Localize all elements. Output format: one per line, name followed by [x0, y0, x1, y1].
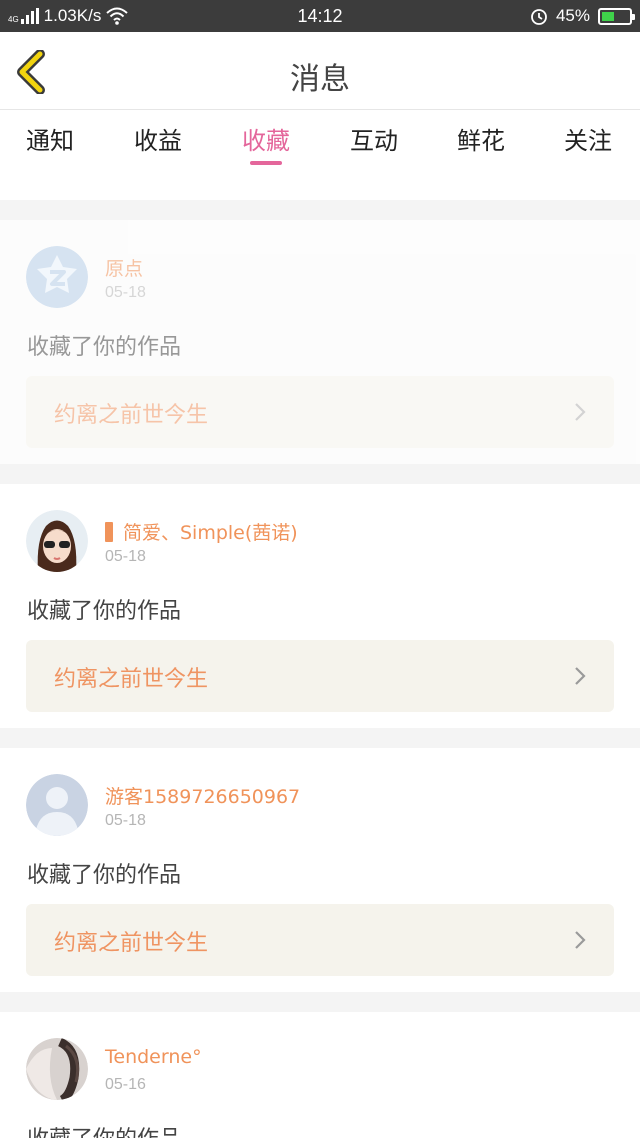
username[interactable]: 简爱、Simple(茜诺): [105, 518, 298, 545]
avatar[interactable]: [26, 774, 88, 836]
tab-earnings[interactable]: 收益: [108, 121, 208, 156]
active-tab-indicator: [250, 161, 282, 165]
tab-favorites[interactable]: 收藏: [216, 121, 316, 165]
work-title: 约离之前世今生: [54, 403, 209, 428]
tab-flowers[interactable]: 鲜花: [431, 121, 531, 156]
message-action: 收藏了你的作品: [27, 599, 182, 624]
chevron-right-icon: [575, 667, 586, 685]
message-date: 05-18: [105, 548, 146, 565]
username[interactable]: 游客1589726650967: [105, 782, 300, 809]
chevron-right-icon: [575, 403, 586, 421]
tab-interaction[interactable]: 互动: [324, 121, 424, 156]
avatar[interactable]: [26, 510, 88, 572]
chevron-right-icon: [575, 931, 586, 949]
message-date: 05-16: [105, 1076, 146, 1093]
avatar[interactable]: [26, 1038, 88, 1100]
status-bar: 4G 1.03K/s 14:12 45%: [0, 0, 640, 32]
tab-follow[interactable]: 关注: [538, 121, 638, 156]
message-card: Tenderne° 05-16 收藏了你的作品: [0, 1012, 640, 1138]
message-action: 收藏了你的作品: [27, 863, 182, 888]
alarm-icon: [531, 9, 547, 25]
page-title: 消息: [290, 62, 350, 97]
message-action: 收藏了你的作品: [27, 1121, 181, 1138]
battery-percent: 45%: [555, 6, 590, 25]
message-date: 05-18: [105, 812, 146, 829]
message-action: 收藏了你的作品: [27, 335, 182, 360]
work-title: 约离之前世今生: [54, 931, 209, 956]
username[interactable]: 原点: [105, 254, 143, 281]
work-link[interactable]: 约离之前世今生: [26, 376, 614, 448]
message-card: 简爱、Simple(茜诺) 05-18 收藏了你的作品 约离之前世今生: [0, 484, 640, 728]
tab-bar: 通知 收益 收藏 互动 鲜花 关注: [0, 111, 640, 169]
work-link[interactable]: 约离之前世今生: [26, 904, 614, 976]
message-card: 原点 05-18 收藏了你的作品 约离之前世今生: [0, 220, 640, 464]
message-card: 游客1589726650967 05-18 收藏了你的作品 约离之前世今生: [0, 748, 640, 992]
username[interactable]: Tenderne°: [105, 1046, 202, 1068]
tab-notice[interactable]: 通知: [0, 121, 100, 156]
message-date: 05-18: [105, 284, 146, 301]
header: 消息: [0, 32, 640, 110]
avatar[interactable]: [26, 246, 88, 308]
work-link[interactable]: 约离之前世今生: [26, 640, 614, 712]
battery-icon: [598, 7, 635, 25]
work-title: 约离之前世今生: [54, 667, 209, 692]
vip-badge: [105, 522, 113, 542]
